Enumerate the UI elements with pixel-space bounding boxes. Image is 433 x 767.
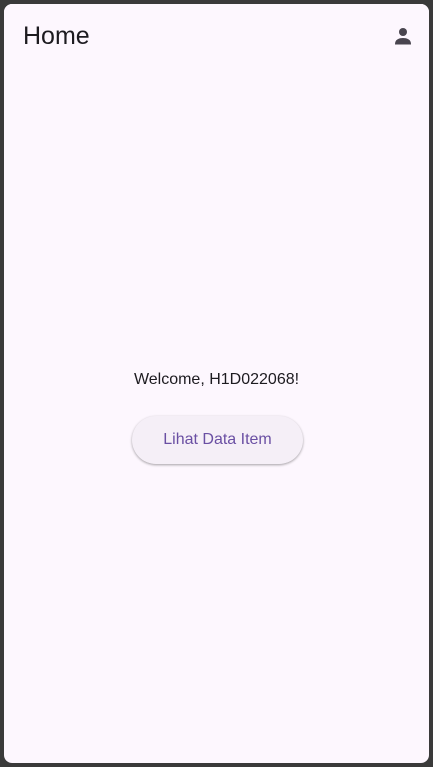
welcome-message: Welcome, H1D022068! bbox=[133, 371, 300, 388]
profile-button[interactable] bbox=[383, 16, 423, 56]
app-screen: Home Welcome, H1D022068! Lihat Data Item bbox=[4, 4, 429, 763]
main-content: Welcome, H1D022068! Lihat Data Item bbox=[4, 68, 429, 763]
app-bar: Home bbox=[4, 4, 429, 68]
page-title: Home bbox=[23, 22, 90, 50]
view-items-button[interactable]: Lihat Data Item bbox=[132, 416, 303, 464]
person-icon bbox=[391, 24, 415, 48]
